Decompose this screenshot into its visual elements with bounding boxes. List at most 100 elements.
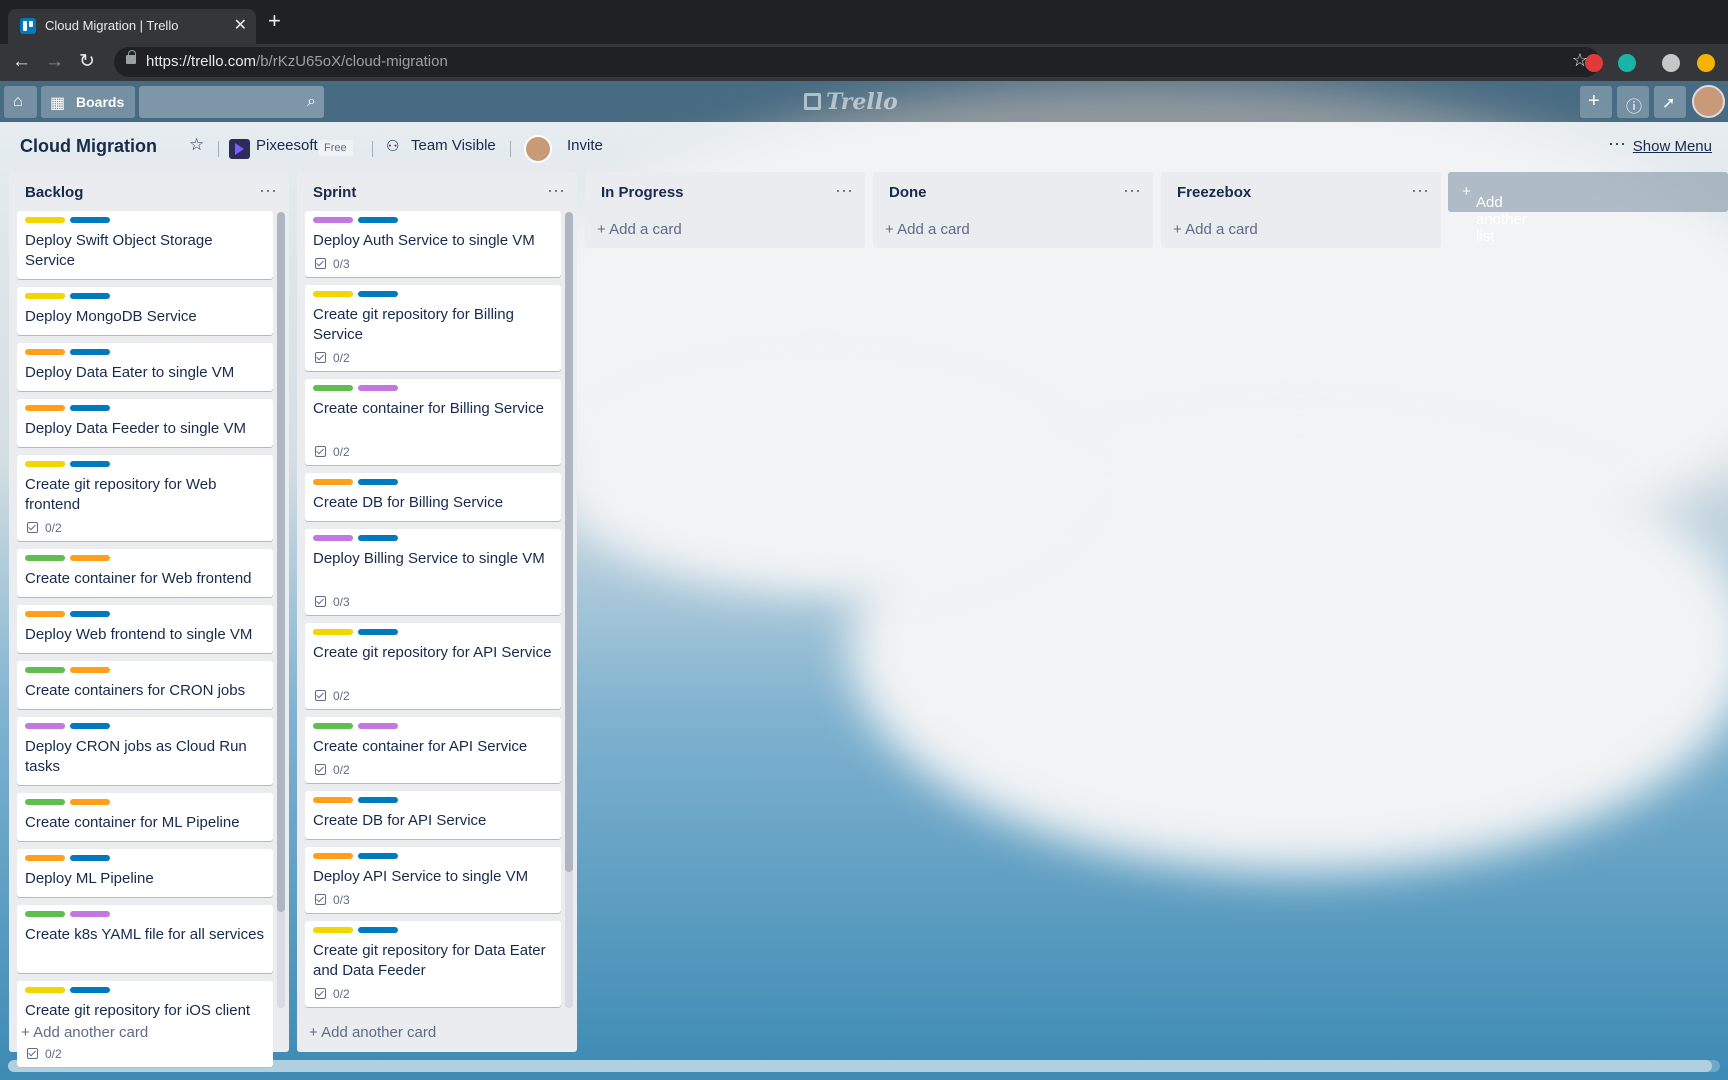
board-horizontal-scrollbar[interactable] bbox=[8, 1060, 1720, 1072]
tab-close-icon[interactable]: ✕ bbox=[234, 15, 247, 35]
label-orange[interactable] bbox=[25, 855, 65, 861]
label-blue[interactable] bbox=[70, 611, 110, 617]
label-blue[interactable] bbox=[358, 853, 398, 859]
user-avatar[interactable] bbox=[1692, 85, 1725, 118]
label-blue[interactable] bbox=[70, 461, 110, 467]
trello-logo[interactable]: Trello bbox=[804, 89, 898, 115]
label-yellow[interactable] bbox=[313, 291, 353, 297]
card[interactable]: Create k8s YAML file for all services bbox=[17, 905, 273, 973]
label-yellow[interactable] bbox=[313, 927, 353, 933]
label-orange[interactable] bbox=[25, 349, 65, 355]
card[interactable]: Deploy MongoDB Service bbox=[17, 287, 273, 335]
card[interactable]: Create git repository for Billing Servic… bbox=[305, 285, 561, 371]
more-dots-icon[interactable]: ··· bbox=[1608, 133, 1626, 154]
profile-icon[interactable] bbox=[1662, 54, 1680, 72]
card[interactable]: Create git repository for API Service 0/2 bbox=[305, 623, 561, 709]
card[interactable]: Create git repository for Web frontend 0/… bbox=[17, 455, 273, 541]
add-card-button[interactable]: + Add a card bbox=[1173, 221, 1258, 238]
scrollbar-thumb[interactable] bbox=[565, 212, 573, 872]
card[interactable]: Deploy Billing Service to single VM 0/3 bbox=[305, 529, 561, 615]
card[interactable]: Create container for ML Pipeline bbox=[17, 793, 273, 841]
card[interactable]: Create container for API Service 0/2 bbox=[305, 717, 561, 783]
card[interactable]: Create DB for Billing Service bbox=[305, 473, 561, 521]
member-avatar[interactable] bbox=[524, 135, 552, 163]
home-button[interactable]: ⌂ bbox=[4, 86, 37, 118]
label-orange[interactable] bbox=[25, 611, 65, 617]
card[interactable]: Deploy ML Pipeline bbox=[17, 849, 273, 897]
list-menu-icon[interactable]: ··· bbox=[835, 180, 853, 201]
label-purple[interactable] bbox=[70, 911, 110, 917]
label-purple[interactable] bbox=[313, 217, 353, 223]
label-yellow[interactable] bbox=[25, 461, 65, 467]
label-purple[interactable] bbox=[25, 723, 65, 729]
card[interactable]: Deploy API Service to single VM 0/3 bbox=[305, 847, 561, 913]
card[interactable]: Deploy Data Feeder to single VM bbox=[17, 399, 273, 447]
label-purple[interactable] bbox=[313, 535, 353, 541]
add-card-button[interactable]: + Add another card bbox=[21, 1024, 148, 1041]
label-blue[interactable] bbox=[358, 927, 398, 933]
card[interactable]: Create containers for CRON jobs bbox=[17, 661, 273, 709]
workspace-name[interactable]: Pixeesoft bbox=[256, 137, 318, 154]
card[interactable]: Create container for Web frontend bbox=[17, 549, 273, 597]
card[interactable]: Create DB for API Service bbox=[305, 791, 561, 839]
label-orange[interactable] bbox=[313, 797, 353, 803]
label-blue[interactable] bbox=[70, 987, 110, 993]
list-title[interactable]: Sprint bbox=[313, 184, 356, 201]
label-orange[interactable] bbox=[70, 799, 110, 805]
label-yellow[interactable] bbox=[25, 293, 65, 299]
label-orange[interactable] bbox=[70, 555, 110, 561]
header-search[interactable]: ⌕ bbox=[139, 86, 324, 118]
label-green[interactable] bbox=[25, 911, 65, 917]
label-blue[interactable] bbox=[70, 293, 110, 299]
address-bar[interactable]: https://trello.com/b/rKzU65oX/cloud-migr… bbox=[114, 47, 1600, 77]
list-scrollbar[interactable] bbox=[565, 212, 573, 1008]
list-menu-icon[interactable]: ··· bbox=[547, 180, 565, 201]
add-list-button[interactable]: + Add another list bbox=[1448, 172, 1728, 245]
label-purple[interactable] bbox=[358, 723, 398, 729]
add-card-button[interactable]: + Add a card bbox=[597, 221, 682, 238]
card[interactable]: Create git repository for Data Eater and… bbox=[305, 921, 561, 1007]
create-button[interactable]: + bbox=[1580, 86, 1612, 118]
browser-tab[interactable]: Cloud Migration | Trello ✕ bbox=[8, 9, 256, 44]
card[interactable]: Deploy Web frontend to single VM bbox=[17, 605, 273, 653]
label-blue[interactable] bbox=[358, 217, 398, 223]
list-title[interactable]: Done bbox=[889, 184, 927, 201]
label-blue[interactable] bbox=[70, 349, 110, 355]
scrollbar-thumb[interactable] bbox=[277, 212, 285, 912]
label-orange[interactable] bbox=[25, 405, 65, 411]
card[interactable]: Deploy Auth Service to single VM 0/3 bbox=[305, 211, 561, 277]
list-menu-icon[interactable]: ··· bbox=[1411, 180, 1429, 201]
label-yellow[interactable] bbox=[25, 217, 65, 223]
label-blue[interactable] bbox=[70, 217, 110, 223]
add-card-button[interactable]: + Add another card bbox=[309, 1024, 436, 1041]
label-purple[interactable] bbox=[358, 385, 398, 391]
list-title[interactable]: In Progress bbox=[601, 184, 684, 201]
label-blue[interactable] bbox=[70, 855, 110, 861]
label-blue[interactable] bbox=[358, 797, 398, 803]
card[interactable]: Deploy Swift Object Storage Service bbox=[17, 211, 273, 279]
card[interactable]: Deploy Data Eater to single VM bbox=[17, 343, 273, 391]
scrollbar-thumb[interactable] bbox=[8, 1060, 1712, 1072]
new-tab-button[interactable]: + bbox=[268, 10, 281, 32]
list-menu-icon[interactable]: ··· bbox=[1123, 180, 1141, 201]
label-yellow[interactable] bbox=[313, 629, 353, 635]
label-green[interactable] bbox=[313, 385, 353, 391]
extension-icon[interactable] bbox=[1618, 54, 1636, 72]
star-board-icon[interactable]: ☆ bbox=[189, 135, 204, 155]
visibility-button[interactable]: Team Visible bbox=[411, 137, 496, 154]
list-title[interactable]: Backlog bbox=[25, 184, 83, 201]
label-blue[interactable] bbox=[70, 405, 110, 411]
list-title[interactable]: Freezebox bbox=[1177, 184, 1251, 201]
label-yellow[interactable] bbox=[25, 987, 65, 993]
add-card-button[interactable]: + Add a card bbox=[885, 221, 970, 238]
extension-icon[interactable] bbox=[1697, 54, 1715, 72]
label-green[interactable] bbox=[25, 799, 65, 805]
list-scrollbar[interactable] bbox=[277, 212, 285, 1008]
label-orange[interactable] bbox=[313, 853, 353, 859]
label-green[interactable] bbox=[25, 555, 65, 561]
extension-icon[interactable] bbox=[1585, 54, 1603, 72]
board-title[interactable]: Cloud Migration bbox=[20, 136, 157, 157]
label-green[interactable] bbox=[313, 723, 353, 729]
label-orange[interactable] bbox=[70, 667, 110, 673]
forward-arrow-icon[interactable]: → bbox=[45, 50, 64, 74]
